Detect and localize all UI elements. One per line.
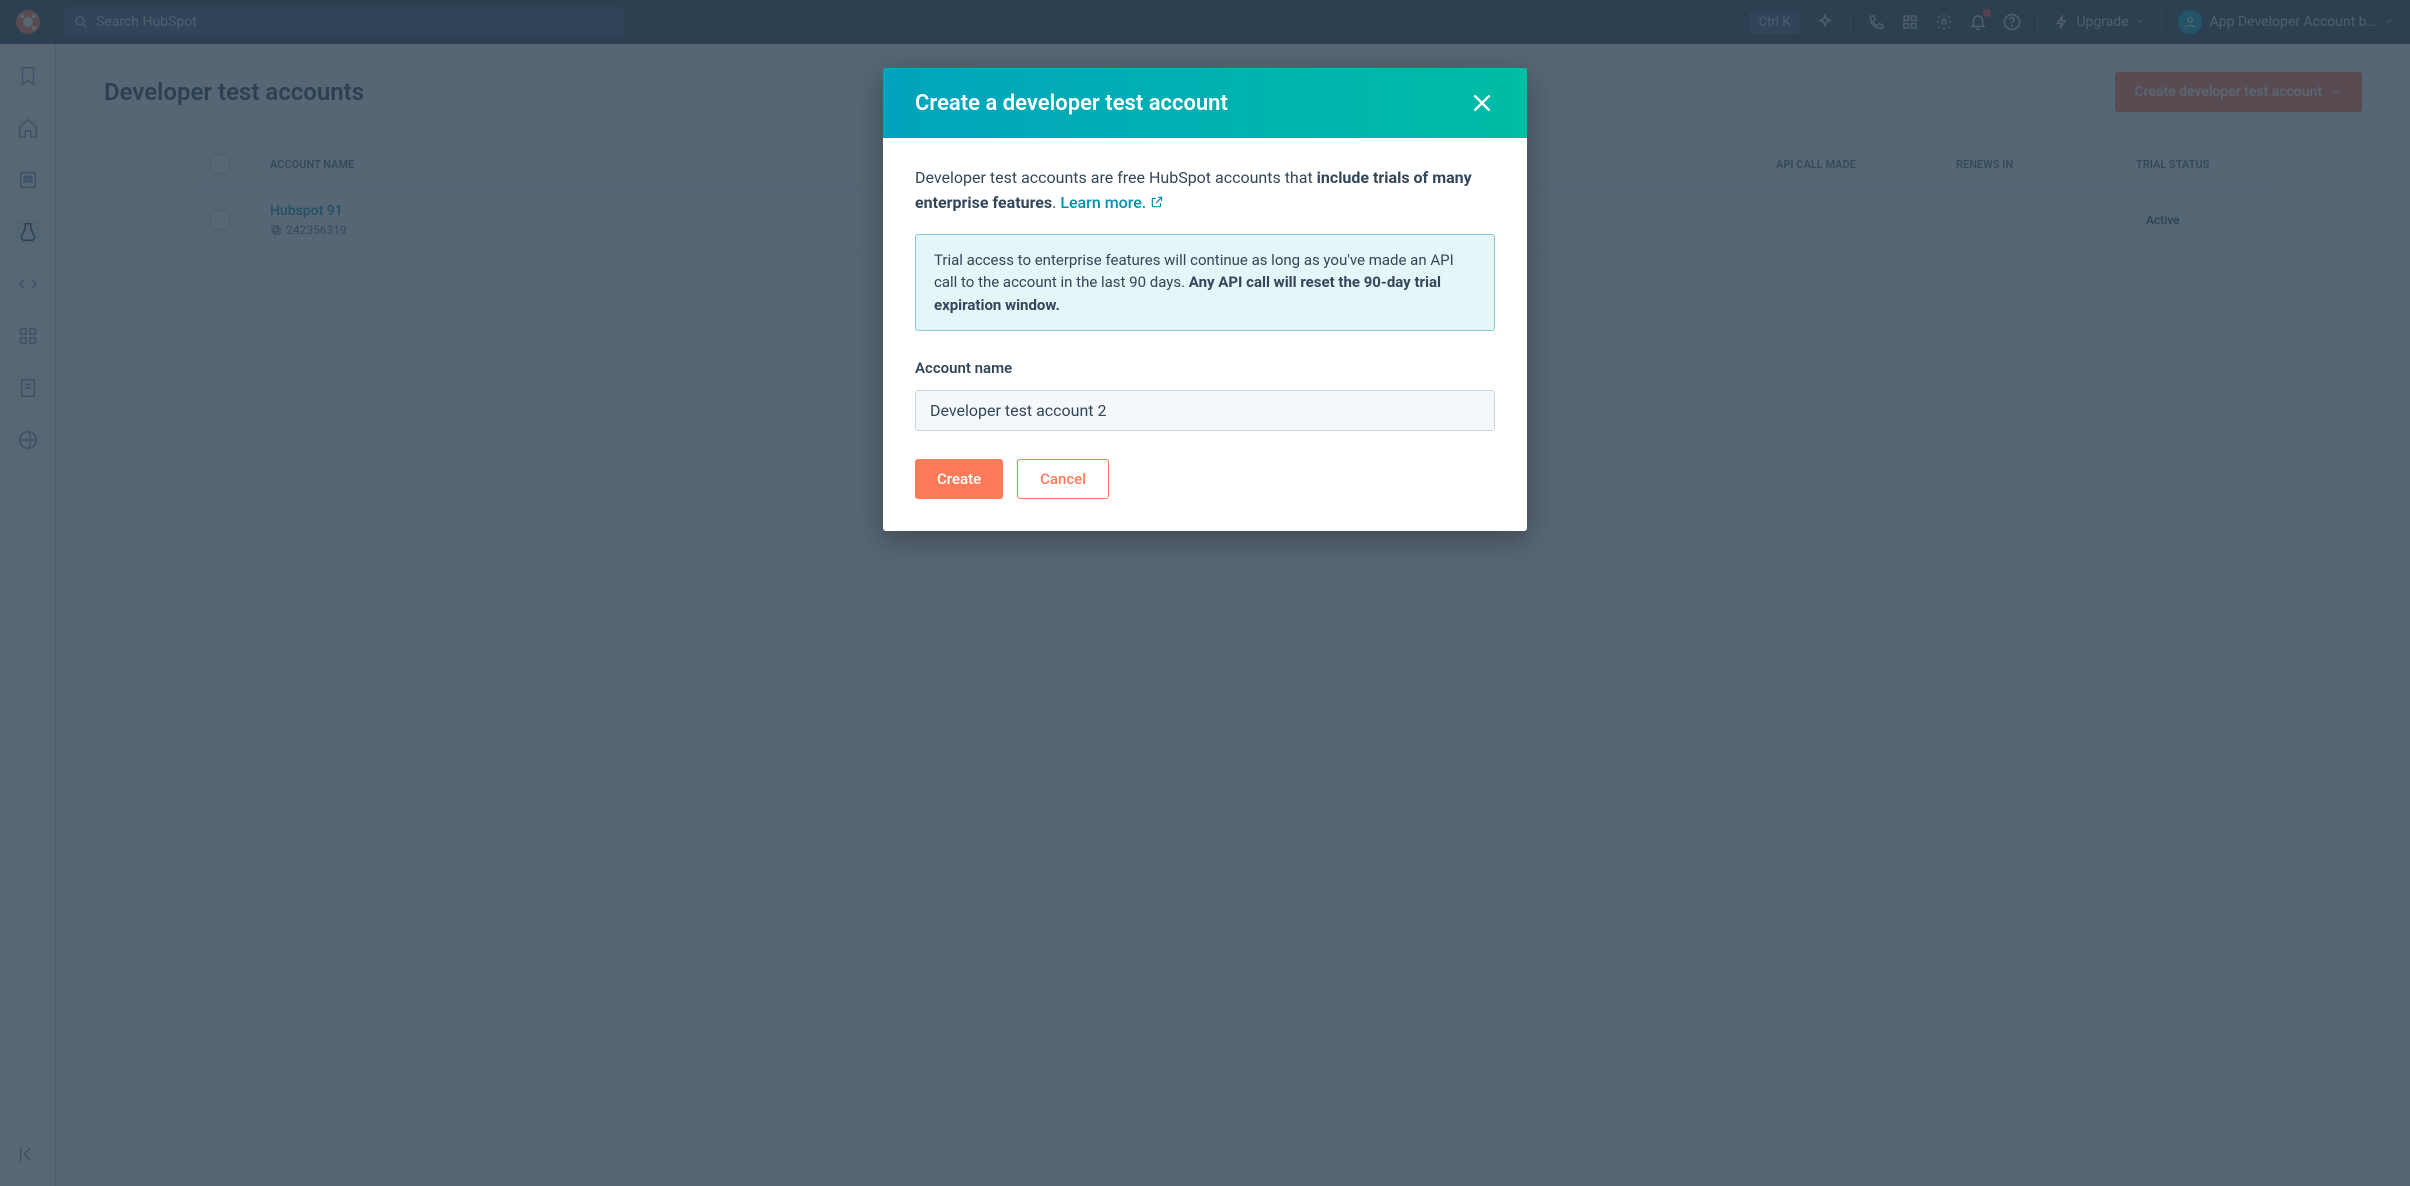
external-link-icon <box>1150 195 1164 209</box>
learn-more-link[interactable]: Learn more. <box>1060 193 1164 212</box>
create-button[interactable]: Create <box>915 459 1003 499</box>
cancel-button[interactable]: Cancel <box>1017 459 1109 499</box>
modal-title: Create a developer test account <box>915 91 1228 116</box>
modal-header: Create a developer test account <box>883 68 1527 138</box>
modal-intro: Developer test accounts are free HubSpot… <box>915 166 1495 216</box>
modal-overlay[interactable]: Create a developer test account Develope… <box>0 0 2410 1186</box>
close-icon[interactable] <box>1469 90 1495 116</box>
modal-actions: Create Cancel <box>915 459 1495 499</box>
modal-body: Developer test accounts are free HubSpot… <box>883 138 1527 531</box>
info-callout: Trial access to enterprise features will… <box>915 234 1495 332</box>
account-name-label: Account name <box>915 357 1495 380</box>
create-account-modal: Create a developer test account Develope… <box>883 68 1527 531</box>
account-name-input[interactable] <box>915 390 1495 431</box>
